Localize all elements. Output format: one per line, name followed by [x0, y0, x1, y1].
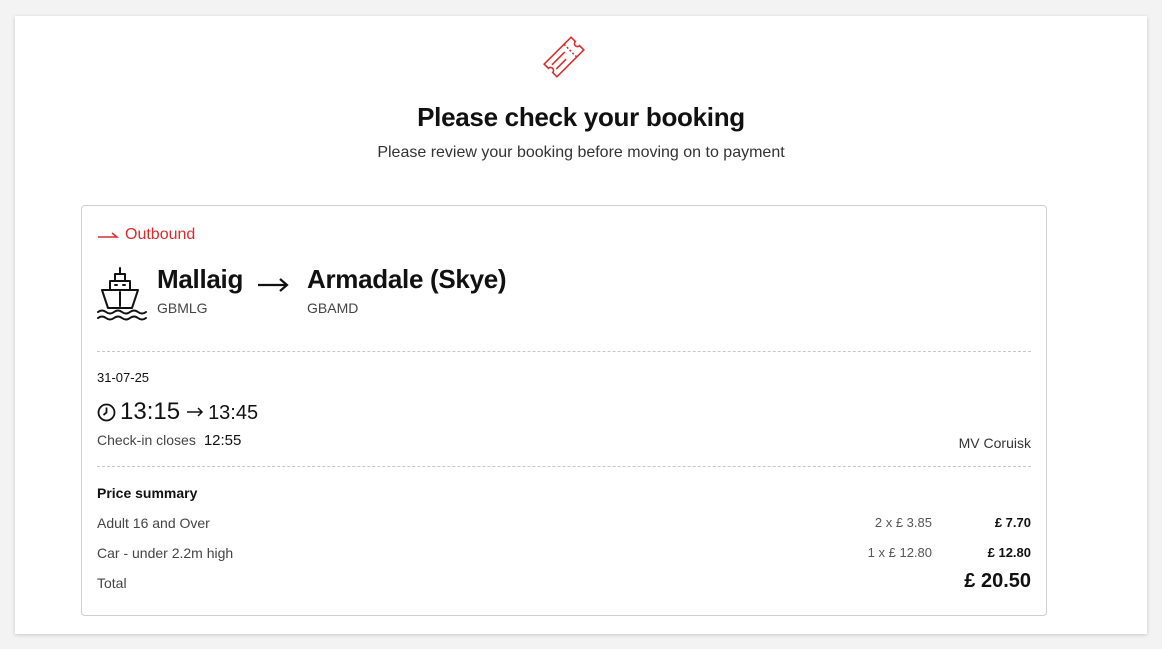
price-item-calc: 2 x £ 3.85 — [874, 515, 932, 530]
price-item-amount: £ 12.80 — [987, 545, 1031, 560]
origin-name: Mallaig — [157, 264, 244, 294]
price-item-description: Car - under 2.2m high — [97, 545, 234, 561]
clock-icon — [97, 403, 116, 421]
destination-port: Armadale (Skye) GBAMD — [307, 264, 507, 316]
price-item-calc: 1 x £ 12.80 — [867, 545, 932, 560]
arrow-right-icon — [187, 407, 204, 417]
checkin-info: Check-in closes 12:55 — [97, 432, 241, 449]
checkin-label: Check-in closes — [97, 432, 196, 448]
divider — [97, 466, 1031, 467]
page-subtitle: Please review your booking before moving… — [377, 144, 785, 161]
departure-time: 13:15 — [120, 398, 181, 425]
price-row: Car - under 2.2m high 1 x £ 12.80 £ 12.8… — [97, 545, 1031, 567]
total-label: Total — [97, 575, 127, 591]
destination-code: GBAMD — [307, 300, 359, 316]
divider — [97, 351, 1031, 352]
arrival-time: 13:45 — [208, 402, 259, 424]
vessel-name: MV Coruisk — [958, 435, 1031, 451]
booking-review-panel: Please check your booking Please review … — [15, 16, 1147, 634]
price-item-description: Adult 16 and Over — [97, 515, 210, 531]
total-amount: £ 20.50 — [964, 570, 1031, 592]
outbound-label: Outbound — [97, 226, 195, 244]
direction-text: Outbound — [125, 226, 196, 243]
ticket-icon — [543, 36, 585, 78]
sailing-date: 31-07-25 — [97, 370, 150, 385]
page-title: Please check your booking — [417, 102, 745, 132]
journey-card: Outbound Mallaig GBMLG Armadale (Skye) G… — [81, 205, 1047, 616]
origin-port: Mallaig GBMLG — [157, 264, 243, 316]
checkin-time: 12:55 — [203, 432, 242, 449]
destination-name: Armadale (Skye) — [307, 264, 507, 294]
price-row: Adult 16 and Over 2 x £ 3.85 £ 7.70 — [97, 515, 1031, 537]
price-summary-heading: Price summary — [97, 485, 198, 501]
sailing-times: 13:15 13:45 — [97, 398, 258, 426]
price-item-amount: £ 7.70 — [994, 515, 1031, 530]
origin-code: GBMLG — [157, 300, 208, 316]
arrow-right-icon — [98, 232, 119, 238]
route-arrow-icon — [258, 278, 289, 292]
ferry-icon — [97, 267, 147, 321]
